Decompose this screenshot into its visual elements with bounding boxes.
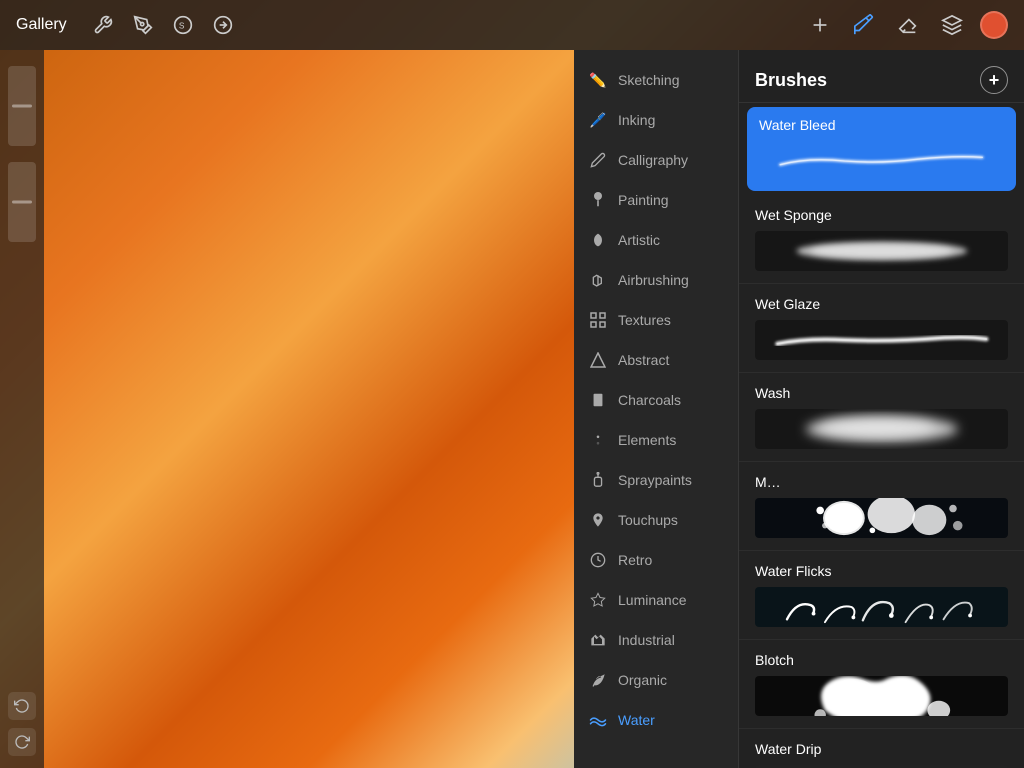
brush-water-flicks-name: Water Flicks bbox=[755, 563, 1008, 579]
textures-icon bbox=[588, 310, 608, 330]
brush-wet-glaze-preview bbox=[755, 320, 1008, 360]
eraser-tool-icon[interactable] bbox=[892, 9, 924, 41]
water-icon bbox=[588, 710, 608, 730]
calligraphy-icon bbox=[588, 150, 608, 170]
category-organic[interactable]: Organic bbox=[574, 660, 738, 700]
category-inking-label: Inking bbox=[618, 112, 655, 128]
redo-button[interactable] bbox=[8, 728, 36, 756]
brush-wet-sponge-preview bbox=[755, 231, 1008, 271]
brush-item-water-flicks[interactable]: Water Flicks bbox=[739, 551, 1024, 640]
wrench-icon[interactable] bbox=[87, 9, 119, 41]
category-organic-label: Organic bbox=[618, 672, 667, 688]
brush-blotch-preview bbox=[755, 676, 1008, 716]
category-artistic[interactable]: Artistic bbox=[574, 220, 738, 260]
svg-text:S: S bbox=[179, 20, 185, 30]
retro-icon bbox=[588, 550, 608, 570]
category-sketching-label: Sketching bbox=[618, 72, 679, 88]
category-calligraphy[interactable]: Calligraphy bbox=[574, 140, 738, 180]
brush-water-drip-name: Water Drip bbox=[755, 741, 1008, 757]
brushes-title: Brushes bbox=[755, 70, 827, 91]
brush-item-mist[interactable]: M… bbox=[739, 462, 1024, 551]
category-inking[interactable]: 🖊️ Inking bbox=[574, 100, 738, 140]
opacity-slider[interactable] bbox=[8, 66, 36, 146]
brush-category-list: ✏️ Sketching 🖊️ Inking Calligraphy Paint… bbox=[574, 50, 739, 768]
brush-item-water-drip[interactable]: Water Drip bbox=[739, 729, 1024, 768]
brush-wash-name: Wash bbox=[755, 385, 1008, 401]
brush-item-blotch[interactable]: Blotch bbox=[739, 640, 1024, 729]
brush-item-water-bleed[interactable]: Water Bleed bbox=[747, 107, 1016, 191]
category-abstract-label: Abstract bbox=[618, 352, 669, 368]
brush-water-bleed-name: Water Bleed bbox=[759, 117, 1004, 133]
brush-item-wet-glaze[interactable]: Wet Glaze bbox=[739, 284, 1024, 373]
brush-list: Brushes + Water Bleed bbox=[739, 50, 1024, 768]
undo-button[interactable] bbox=[8, 692, 36, 720]
industrial-icon bbox=[588, 630, 608, 650]
charcoals-icon bbox=[588, 390, 608, 410]
brush-wet-sponge-name: Wet Sponge bbox=[755, 207, 1008, 223]
painting-icon bbox=[588, 190, 608, 210]
abstract-icon bbox=[588, 350, 608, 370]
brush-mist-preview bbox=[755, 498, 1008, 538]
spraypaints-icon bbox=[588, 470, 608, 490]
brush-mist-name: M… bbox=[755, 474, 1008, 490]
category-industrial[interactable]: Industrial bbox=[574, 620, 738, 660]
brush-tool-icon[interactable] bbox=[848, 9, 880, 41]
toolbar-right bbox=[804, 9, 1008, 41]
category-water-label: Water bbox=[618, 712, 655, 728]
category-textures-label: Textures bbox=[618, 312, 671, 328]
category-charcoals-label: Charcoals bbox=[618, 392, 681, 408]
category-elements-label: Elements bbox=[618, 432, 676, 448]
draw-tool-icon[interactable] bbox=[804, 9, 836, 41]
category-spraypaints-label: Spraypaints bbox=[618, 472, 692, 488]
category-sketching[interactable]: ✏️ Sketching bbox=[574, 60, 738, 100]
category-artistic-label: Artistic bbox=[618, 232, 660, 248]
brush-water-bleed-preview bbox=[759, 141, 1004, 181]
category-luminance-label: Luminance bbox=[618, 592, 687, 608]
category-airbrushing[interactable]: Airbrushing bbox=[574, 260, 738, 300]
brush-water-flicks-preview bbox=[755, 587, 1008, 627]
layers-icon[interactable] bbox=[936, 9, 968, 41]
category-luminance[interactable]: Luminance bbox=[574, 580, 738, 620]
brush-wash-preview bbox=[755, 409, 1008, 449]
pen-tool-icon[interactable] bbox=[127, 9, 159, 41]
color-picker-button[interactable] bbox=[980, 11, 1008, 39]
size-slider[interactable] bbox=[8, 162, 36, 242]
category-painting-label: Painting bbox=[618, 192, 669, 208]
category-charcoals[interactable]: Charcoals bbox=[574, 380, 738, 420]
category-retro[interactable]: Retro bbox=[574, 540, 738, 580]
category-touchups-label: Touchups bbox=[618, 512, 678, 528]
category-abstract[interactable]: Abstract bbox=[574, 340, 738, 380]
category-elements[interactable]: Elements bbox=[574, 420, 738, 460]
sketching-icon: ✏️ bbox=[588, 70, 608, 90]
sketch-icon[interactable]: S bbox=[167, 9, 199, 41]
brush-blotch-name: Blotch bbox=[755, 652, 1008, 668]
gallery-button[interactable]: Gallery bbox=[16, 16, 67, 34]
artistic-icon bbox=[588, 230, 608, 250]
category-textures[interactable]: Textures bbox=[574, 300, 738, 340]
toolbar: Gallery S bbox=[0, 0, 1024, 50]
add-brush-button[interactable]: + bbox=[980, 66, 1008, 94]
brush-item-wash[interactable]: Wash bbox=[739, 373, 1024, 462]
category-touchups[interactable]: Touchups bbox=[574, 500, 738, 540]
brush-item-wet-sponge[interactable]: Wet Sponge bbox=[739, 195, 1024, 284]
left-sidebar bbox=[0, 50, 44, 768]
category-calligraphy-label: Calligraphy bbox=[618, 152, 688, 168]
category-painting[interactable]: Painting bbox=[574, 180, 738, 220]
touchups-icon bbox=[588, 510, 608, 530]
elements-icon bbox=[588, 430, 608, 450]
category-water[interactable]: Water bbox=[574, 700, 738, 740]
inking-icon: 🖊️ bbox=[588, 110, 608, 130]
category-retro-label: Retro bbox=[618, 552, 652, 568]
brush-wet-glaze-name: Wet Glaze bbox=[755, 296, 1008, 312]
brush-panel-header: Brushes + bbox=[739, 50, 1024, 103]
arrow-icon[interactable] bbox=[207, 9, 239, 41]
category-airbrushing-label: Airbrushing bbox=[618, 272, 689, 288]
organic-icon bbox=[588, 670, 608, 690]
category-industrial-label: Industrial bbox=[618, 632, 675, 648]
brushes-panel: ✏️ Sketching 🖊️ Inking Calligraphy Paint… bbox=[574, 50, 1024, 768]
category-spraypaints[interactable]: Spraypaints bbox=[574, 460, 738, 500]
luminance-icon bbox=[588, 590, 608, 610]
airbrushing-icon bbox=[588, 270, 608, 290]
